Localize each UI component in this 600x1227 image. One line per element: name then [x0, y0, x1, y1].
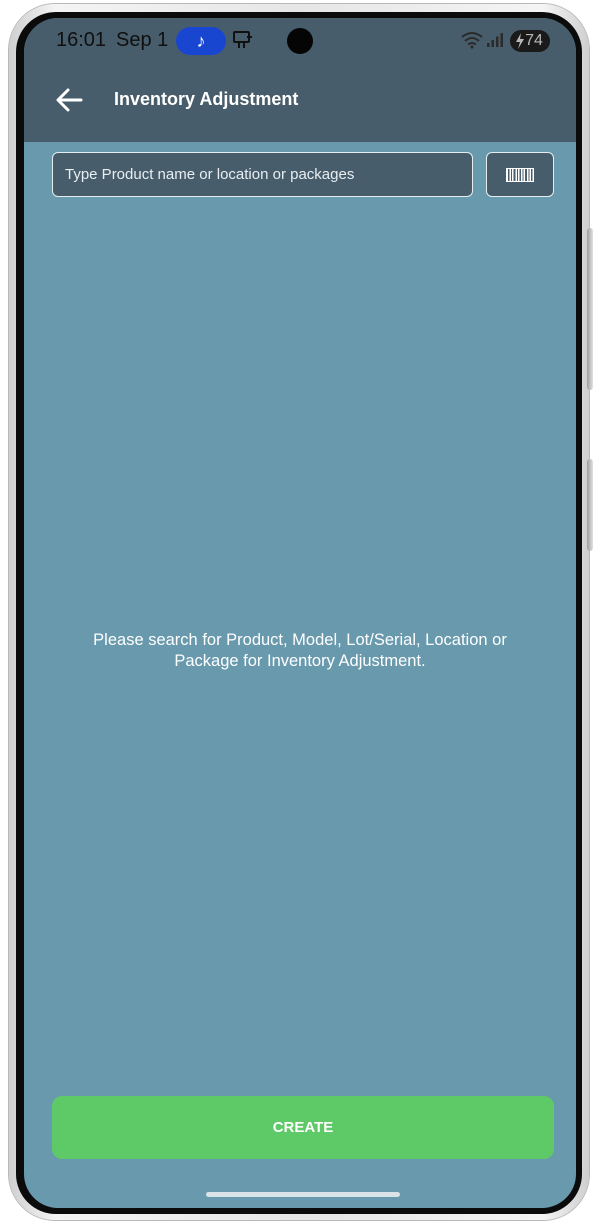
status-bar: 16:01 Sep 1 ♪ 74 [24, 18, 576, 58]
signal-icon [486, 32, 504, 53]
power-button [587, 459, 593, 551]
music-note-icon[interactable]: ♪ [176, 27, 226, 55]
barcode-scan-button[interactable] [486, 152, 554, 197]
arrow-left-icon [56, 88, 83, 112]
front-camera [287, 28, 313, 54]
app-screen: 16:01 Sep 1 ♪ 74 Inventory Adjustment Ty… [24, 18, 576, 1208]
create-button[interactable]: CREATE [52, 1096, 554, 1159]
empty-state-message: Please search for Product, Model, Lot/Se… [93, 631, 507, 670]
status-date: Sep 1 [116, 29, 169, 51]
cast-icon [233, 31, 253, 54]
back-button[interactable] [54, 85, 84, 115]
app-bar: Inventory Adjustment [24, 58, 576, 142]
charging-icon [515, 33, 525, 54]
barcode-icon [506, 167, 534, 182]
page-title: Inventory Adjustment [114, 89, 299, 109]
home-indicator[interactable] [206, 1192, 400, 1197]
volume-button [587, 228, 593, 390]
wifi-icon [461, 31, 483, 54]
status-time: 16:01 [56, 29, 107, 51]
battery-level: 74 [525, 32, 543, 49]
battery-indicator: 74 [510, 30, 550, 52]
search-input[interactable] [52, 152, 473, 197]
